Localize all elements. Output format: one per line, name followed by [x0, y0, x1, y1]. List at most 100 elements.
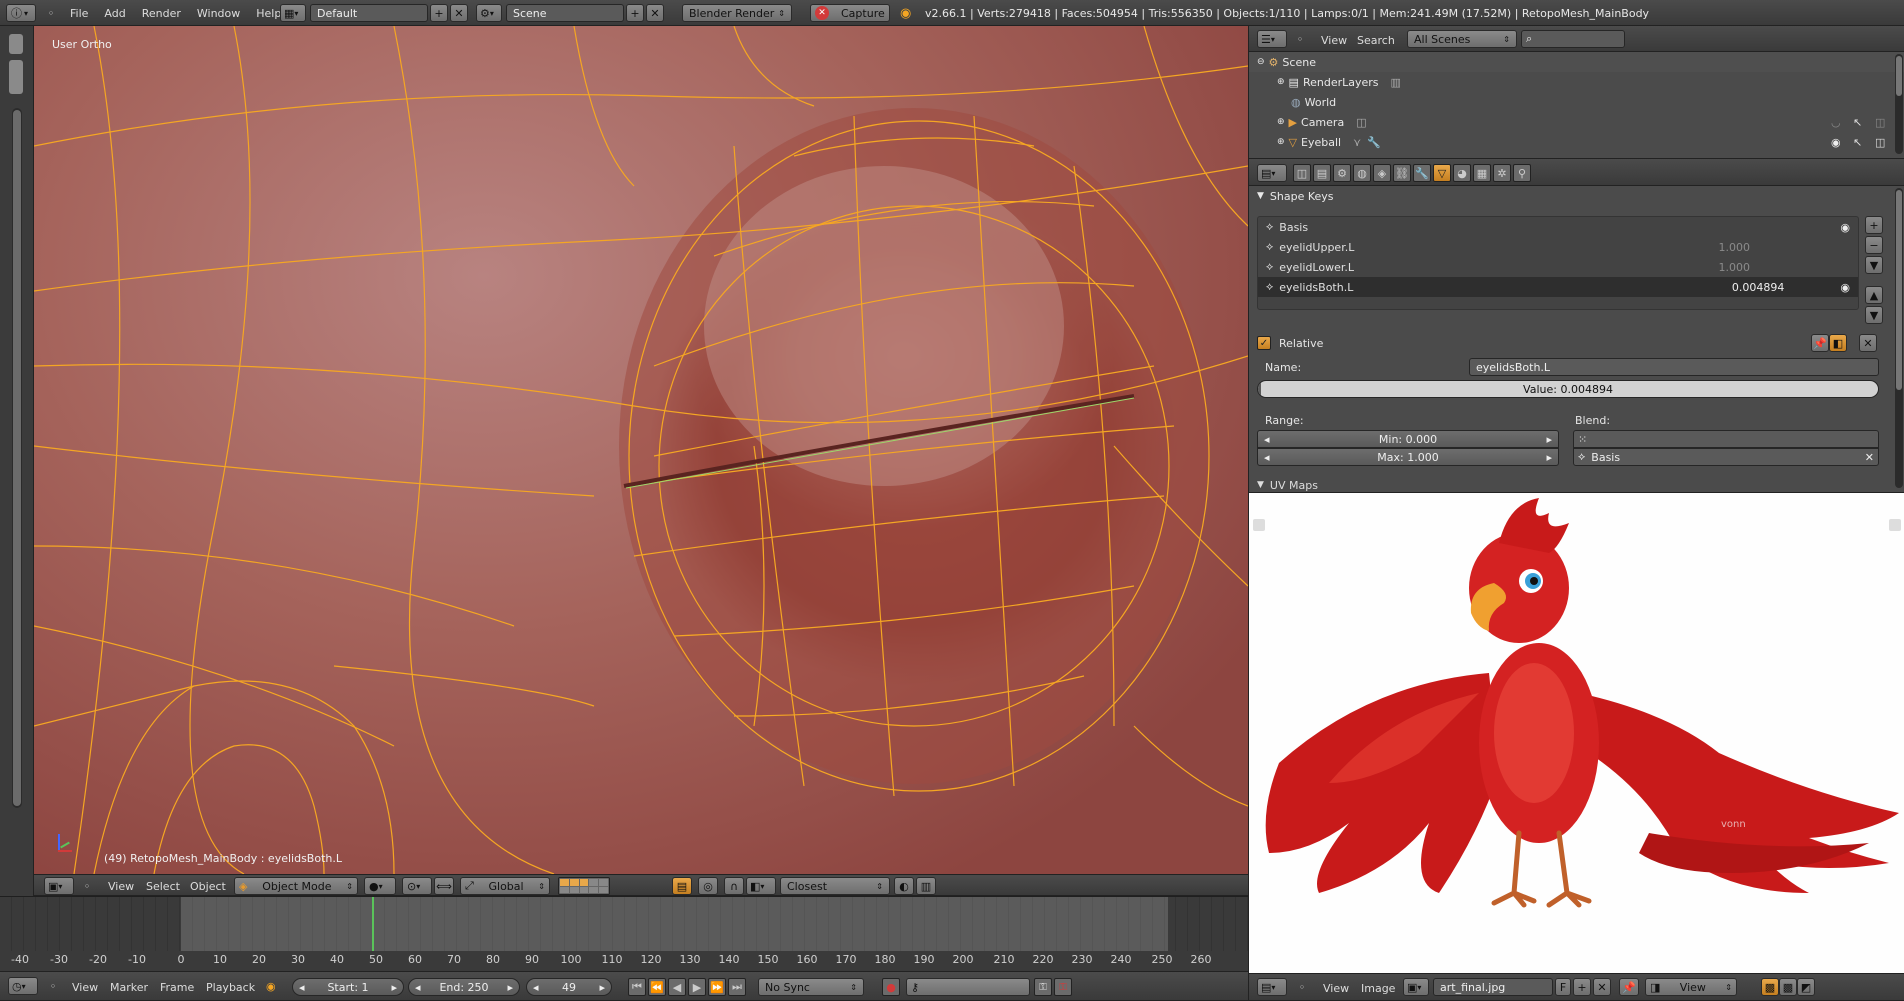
eye-icon[interactable]: ◉ — [1840, 281, 1850, 294]
menu-render[interactable]: Render — [134, 7, 189, 20]
relative-key-field[interactable]: ⟡ Basis ✕ — [1573, 448, 1879, 466]
end-frame-field[interactable]: ◂ End: 250 ▸ — [408, 978, 520, 996]
scene-tab-icon[interactable]: ⚙ — [1333, 164, 1351, 182]
menu-view[interactable]: View — [1315, 982, 1357, 995]
viewport-shading-button[interactable]: ● ▾ — [364, 877, 396, 895]
editor-type-timeline-button[interactable]: ◷ ▾ — [8, 977, 38, 995]
shape-keys-panel-header[interactable]: ▼ Shape Keys — [1257, 186, 1334, 206]
add-shape-key-button[interactable]: + — [1865, 216, 1883, 234]
current-frame-marker[interactable] — [372, 897, 374, 951]
image-name-field[interactable]: art_final.jpg — [1433, 978, 1553, 996]
panel-collapse-icon[interactable]: ▼ — [1257, 480, 1264, 490]
modifiers-tab-icon[interactable]: 🔧 — [1413, 164, 1431, 182]
render-tab-icon[interactable]: ◫ — [1293, 164, 1311, 182]
jump-end-icon[interactable]: ⏭ — [728, 978, 746, 996]
menu-add[interactable]: Add — [96, 7, 133, 20]
panel-collapse-icon[interactable]: ▼ — [1257, 191, 1264, 201]
pin-image-button[interactable]: 📌 — [1619, 978, 1639, 996]
layer-buttons[interactable] — [558, 877, 610, 895]
pivot-point-button[interactable]: ⊙ ▾ — [402, 877, 432, 895]
mode-dropdown[interactable]: ◈ Object Mode ⇕ — [234, 877, 358, 895]
physics-tab-icon[interactable]: ⚲ — [1513, 164, 1531, 182]
z-buffer-button[interactable]: ◩ — [1797, 978, 1815, 996]
slider-max-field[interactable]: ◂ Max: 1.000 ▸ — [1257, 448, 1559, 466]
clear-shape-button[interactable]: ✕ — [1859, 334, 1877, 352]
render-icon[interactable]: ◫ — [1875, 116, 1885, 129]
menu-file[interactable]: File — [62, 7, 96, 20]
image-browse-button[interactable]: ▣ ▾ — [1403, 978, 1429, 996]
remove-shape-key-button[interactable]: − — [1865, 236, 1883, 254]
outliner-item-eyeball[interactable]: ⊕ ▽ Eyeball ⋎ 🔧 ◉ ↖ ◫ — [1249, 132, 1904, 152]
menu-image[interactable]: Image — [1353, 982, 1403, 995]
remove-scene-button[interactable]: ✕ — [646, 4, 664, 22]
texture-tab-icon[interactable]: ▦ — [1473, 164, 1491, 182]
shape-key-item-eyelidupper[interactable]: ⟡ eyelidUpper.L 1.000 — [1258, 237, 1858, 257]
screen-layout-button[interactable]: ▦ ▾ — [280, 4, 306, 22]
shape-key-item-eyelidsboth[interactable]: ⟡ eyelidsBoth.L 0.004894 ◉ — [1258, 277, 1858, 297]
next-keyframe-icon[interactable]: ⏩ — [708, 978, 726, 996]
play-reverse-icon[interactable]: ◀ — [668, 978, 686, 996]
unlink-image-button[interactable]: ✕ — [1593, 978, 1611, 996]
outliner-item-world[interactable]: ◍ World — [1249, 92, 1904, 112]
toolshelf-tab[interactable] — [9, 34, 23, 54]
shape-key-item-eyelidlower[interactable]: ⟡ eyelidLower.L 1.000 — [1258, 257, 1858, 277]
opengl-render-button[interactable]: ◐ — [894, 877, 914, 895]
jump-start-icon[interactable]: ⏮ — [628, 978, 646, 996]
close-icon[interactable]: ✕ — [1865, 451, 1874, 464]
outliner-item-scene[interactable]: ⊖ ⚙ Scene — [1249, 52, 1904, 72]
opengl-anim-button[interactable]: ▥ — [916, 877, 936, 895]
sync-mode-dropdown[interactable]: No Sync ⇕ — [758, 978, 864, 996]
shape-name-input[interactable]: eyelidsBoth.L — [1469, 358, 1879, 376]
menu-marker[interactable]: Marker — [102, 981, 156, 994]
shape-key-specials-button[interactable]: ▼ — [1865, 256, 1883, 274]
outliner-scrollbar[interactable] — [1895, 54, 1903, 154]
manipulator-toggle[interactable]: ⟺ — [434, 877, 454, 895]
keying-set-field[interactable]: ⚷ — [906, 978, 1030, 996]
layer-lock-toggle[interactable]: ▤ — [672, 877, 692, 895]
draw-channels-button[interactable]: ▩ — [1761, 978, 1779, 996]
delete-keyframe-icon[interactable]: ⚿ — [1054, 978, 1072, 996]
editor-type-3dview-button[interactable]: ▣ ▾ — [44, 877, 74, 895]
image-mode-dropdown[interactable]: ◨ View ⇕ — [1645, 978, 1737, 996]
relative-checkbox[interactable]: ✓ — [1257, 336, 1271, 350]
timeline[interactable]: -40 -30 -20 -10 0 10 20 30 40 50 60 70 8… — [0, 896, 1248, 971]
expand-icon[interactable]: ⊕ — [1277, 117, 1285, 127]
prev-keyframe-icon[interactable]: ⏪ — [648, 978, 666, 996]
select-cursor-icon[interactable]: ↖ — [1853, 136, 1862, 149]
value-slider[interactable]: Value: 0.004894 — [1257, 380, 1879, 398]
vertex-group-field[interactable]: ⁙ — [1573, 430, 1879, 448]
3d-viewport[interactable]: User Ortho (49) RetopoMesh_MainBody : ey… — [34, 26, 1248, 874]
keying-icon[interactable]: ◉ — [266, 980, 276, 993]
alpha-channel-button[interactable]: ▩ — [1779, 978, 1797, 996]
menu-select[interactable]: Select — [138, 880, 188, 893]
outliner-search-input[interactable]: ⌕ — [1521, 30, 1625, 48]
relative-checkbox-row[interactable]: ✓ Relative — [1257, 334, 1323, 352]
uv-maps-panel-header[interactable]: ▼ UV Maps — [1257, 478, 1318, 492]
fake-user-button[interactable]: F — [1555, 978, 1571, 996]
properties-region-toggle[interactable] — [1889, 519, 1901, 531]
snap-element-button[interactable]: ◧ ▾ — [746, 877, 776, 895]
object-tab-icon[interactable]: ◈ — [1373, 164, 1391, 182]
expand-icon[interactable]: ⊕ — [1277, 77, 1285, 87]
collapse-menus-icon[interactable]: ◦ — [42, 4, 60, 22]
toolshelf-scrollbar[interactable] — [12, 108, 22, 808]
visibility-icon[interactable]: ◡ — [1831, 116, 1841, 129]
image-editor-canvas[interactable]: vonn — [1248, 492, 1904, 973]
play-icon[interactable]: ▶ — [688, 978, 706, 996]
slider-min-field[interactable]: ◂ Min: 0.000 ▸ — [1257, 430, 1559, 448]
collapse-menus-icon[interactable]: ◦ — [78, 877, 96, 895]
editor-type-outliner-button[interactable]: ☰ ▾ — [1257, 30, 1287, 48]
menu-view[interactable]: View — [64, 981, 106, 994]
particles-tab-icon[interactable]: ✲ — [1493, 164, 1511, 182]
outliner-item-camera[interactable]: ⊕ ▶ Camera ◫ ◡ ↖ ◫ — [1249, 112, 1904, 132]
transform-orientation-dropdown[interactable]: ⤢ Global ⇕ — [460, 877, 550, 895]
constraints-tab-icon[interactable]: ⛓ — [1393, 164, 1411, 182]
visibility-icon[interactable]: ◉ — [1831, 136, 1841, 149]
world-tab-icon[interactable]: ◍ — [1353, 164, 1371, 182]
remove-layout-button[interactable]: ✕ — [450, 4, 468, 22]
expand-icon[interactable]: ⊕ — [1277, 137, 1285, 147]
scene-name-field[interactable]: Scene — [506, 4, 624, 22]
outliner-display-dropdown[interactable]: All Scenes ⇕ — [1407, 30, 1517, 48]
collapse-menus-icon[interactable]: ◦ — [1291, 30, 1309, 48]
eye-icon[interactable]: ◉ — [1840, 221, 1850, 234]
